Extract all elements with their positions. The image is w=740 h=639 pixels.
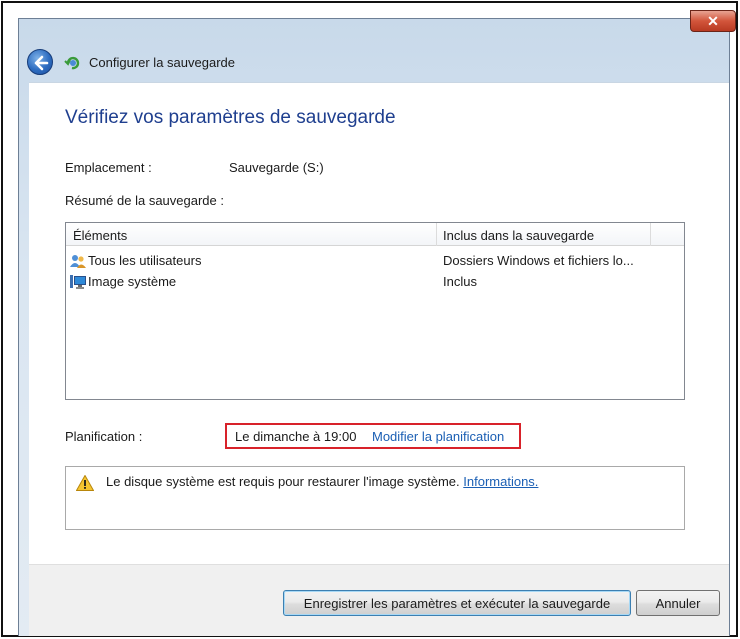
- info-message: Le disque système est requis pour restau…: [106, 474, 538, 489]
- close-icon: ✕: [707, 13, 719, 29]
- back-arrow-icon: [34, 55, 49, 71]
- wizard-content: Vérifiez vos paramètres de sauvegarde Em…: [29, 82, 729, 564]
- info-text: Le disque système est requis pour restau…: [106, 474, 460, 489]
- column-separator[interactable]: [436, 223, 437, 246]
- item-name: Image système: [88, 274, 177, 289]
- list-header: Éléments Inclus dans la sauvegarde: [66, 223, 684, 246]
- item-included: Inclus: [443, 274, 477, 289]
- summary-label: Résumé de la sauvegarde :: [65, 193, 224, 208]
- change-schedule-link[interactable]: Modifier la planification: [372, 429, 504, 444]
- item-included: Dossiers Windows et fichiers lo...: [443, 253, 634, 268]
- window-title: Configurer la sauvegarde: [89, 55, 235, 70]
- title-bar: Configurer la sauvegarde: [18, 44, 730, 84]
- backup-summary-list[interactable]: Éléments Inclus dans la sauvegarde Tous …: [65, 222, 685, 400]
- location-label: Emplacement :: [65, 160, 152, 175]
- item-name: Tous les utilisateurs: [88, 253, 202, 268]
- save-and-run-button[interactable]: Enregistrer les paramètres et exécuter l…: [283, 590, 631, 616]
- schedule-highlight: Le dimanche à 19:00 Modifier la planific…: [225, 423, 521, 449]
- button-bar: Enregistrer les paramètres et exécuter l…: [29, 564, 729, 636]
- list-item-system-image[interactable]: Image système Inclus: [66, 272, 684, 292]
- users-icon: [70, 255, 86, 268]
- list-item-users[interactable]: Tous les utilisateurs Dossiers Windows e…: [66, 251, 684, 271]
- schedule-value: Le dimanche à 19:00: [235, 429, 357, 444]
- location-value: Sauvegarde (S:): [229, 160, 324, 175]
- backup-app-icon: [64, 56, 80, 70]
- info-link[interactable]: Informations.: [463, 474, 538, 489]
- warning-icon: [76, 475, 94, 491]
- close-button[interactable]: ✕: [690, 10, 736, 32]
- page-heading: Vérifiez vos paramètres de sauvegarde: [65, 107, 396, 128]
- back-button[interactable]: [27, 49, 53, 75]
- column-separator[interactable]: [650, 223, 651, 246]
- info-panel: Le disque système est requis pour restau…: [65, 466, 685, 530]
- cancel-button[interactable]: Annuler: [636, 590, 720, 616]
- schedule-label: Planification :: [65, 429, 143, 444]
- column-header-items[interactable]: Éléments: [73, 228, 127, 243]
- column-header-included[interactable]: Inclus dans la sauvegarde: [443, 228, 594, 243]
- system-image-icon: [70, 275, 86, 289]
